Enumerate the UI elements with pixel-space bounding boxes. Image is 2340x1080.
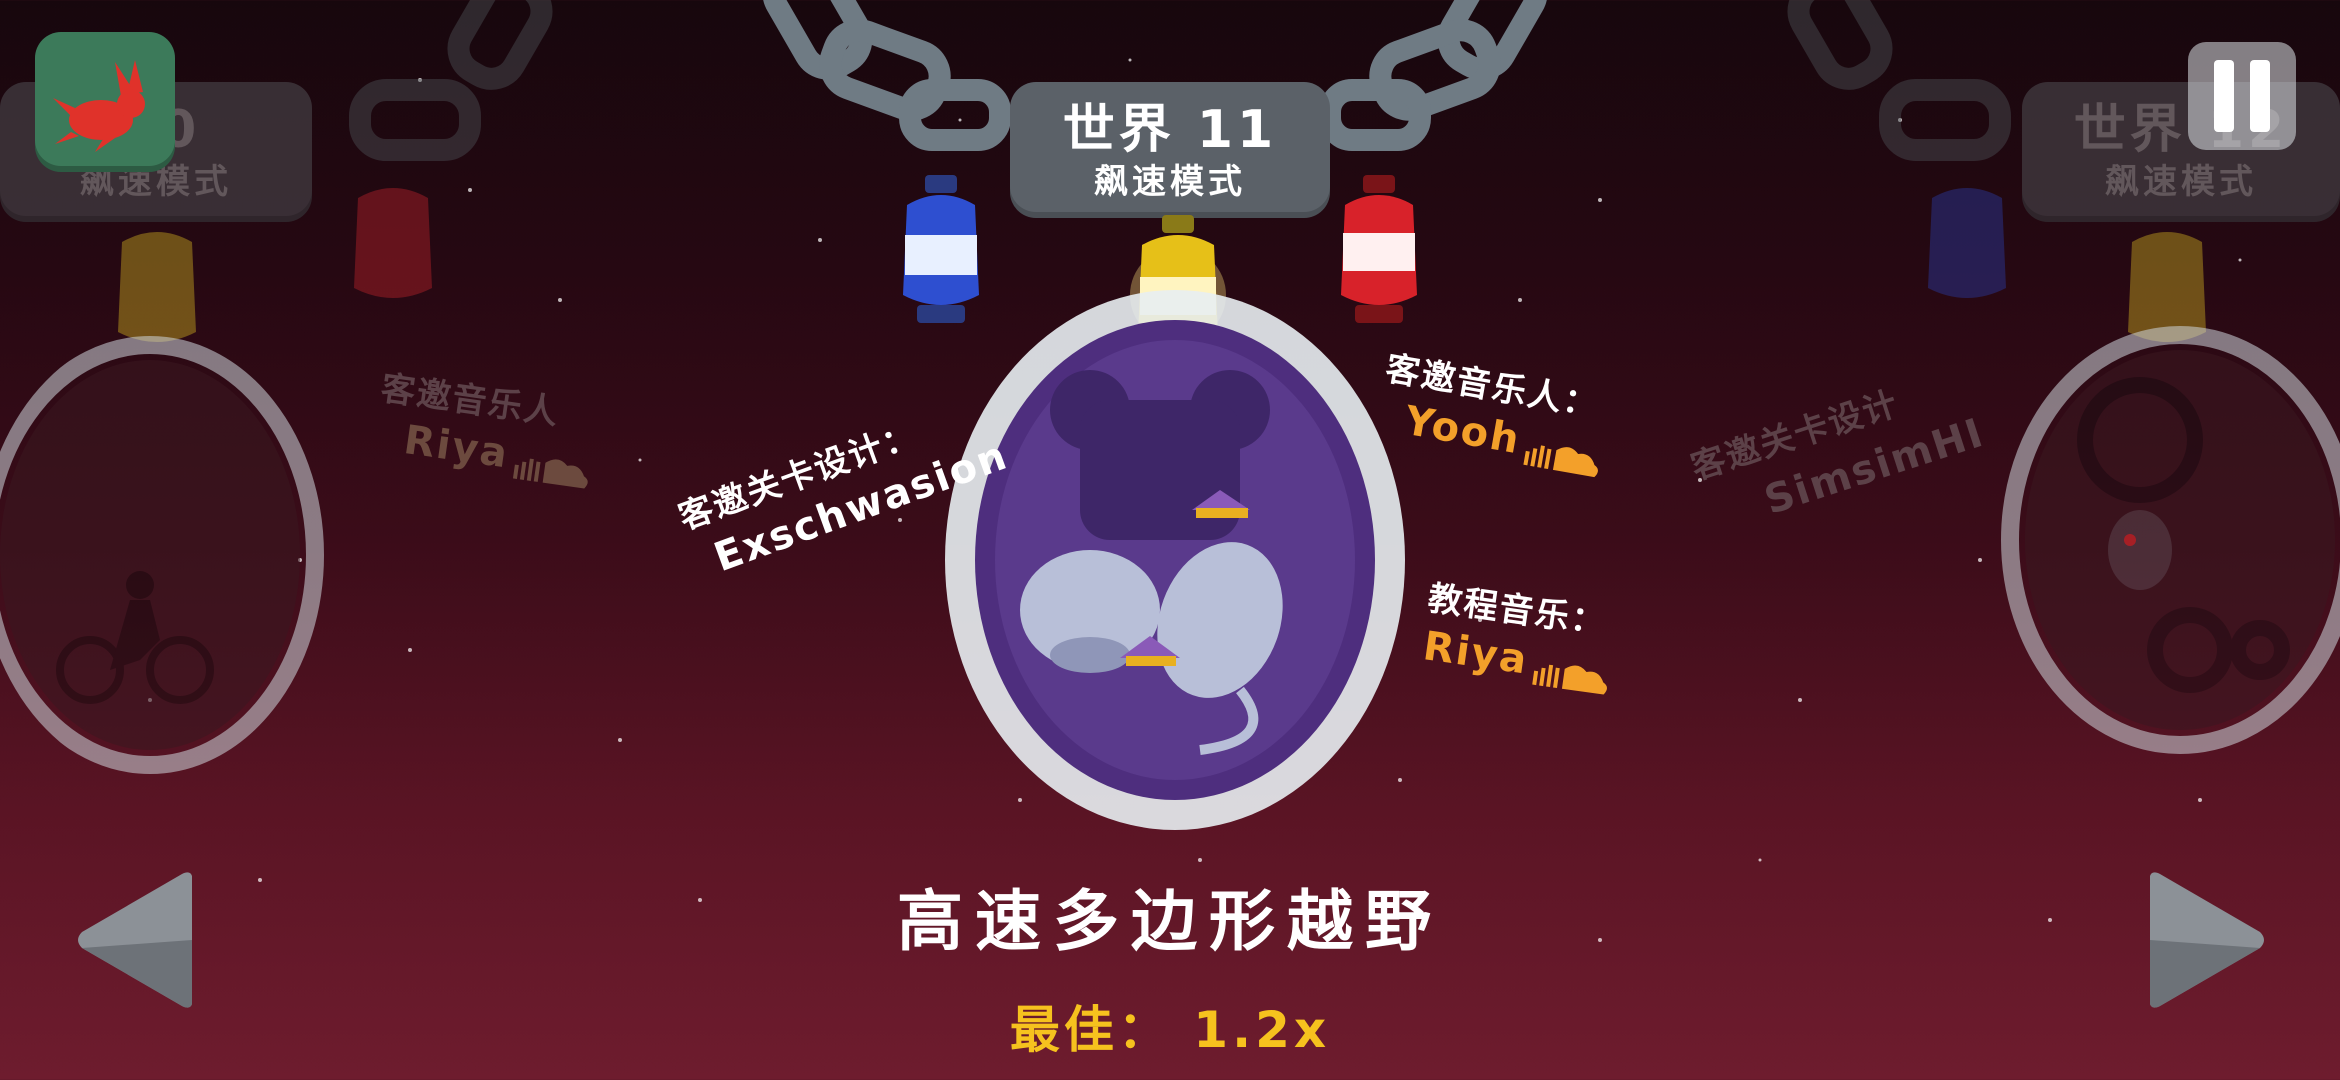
- left-chain: [349, 0, 553, 161]
- red-lantern: [1341, 175, 1417, 323]
- next-level-portal[interactable]: [1990, 320, 2340, 760]
- creature: [2108, 510, 2172, 590]
- rabbit-speed-icon: [53, 60, 145, 152]
- pause-icon: [2214, 60, 2270, 132]
- credit-tutorial-music-name: Riya: [1420, 623, 1532, 684]
- left-red-lantern: [354, 188, 432, 298]
- right-chain: [1787, 0, 2011, 161]
- world-plaque: 世界 11 飙速模式: [1010, 82, 1330, 218]
- blue-lantern: [903, 175, 979, 323]
- level-name: 高速多边形越野: [897, 883, 1443, 960]
- next-world-mode: 飙速模式: [2105, 162, 2257, 202]
- best-record: 最佳： 1.2x: [1009, 1001, 1331, 1059]
- pause-button[interactable]: [2188, 42, 2296, 150]
- world-title: 世界 11: [1062, 100, 1278, 160]
- right-blue-lantern: [1928, 188, 2006, 298]
- speed-mode-button[interactable]: [35, 32, 175, 172]
- prev-credit-guest-musician-name: Riya: [401, 417, 513, 478]
- world-mode: 飙速模式: [1094, 162, 1246, 202]
- level-portal[interactable]: [920, 270, 1430, 850]
